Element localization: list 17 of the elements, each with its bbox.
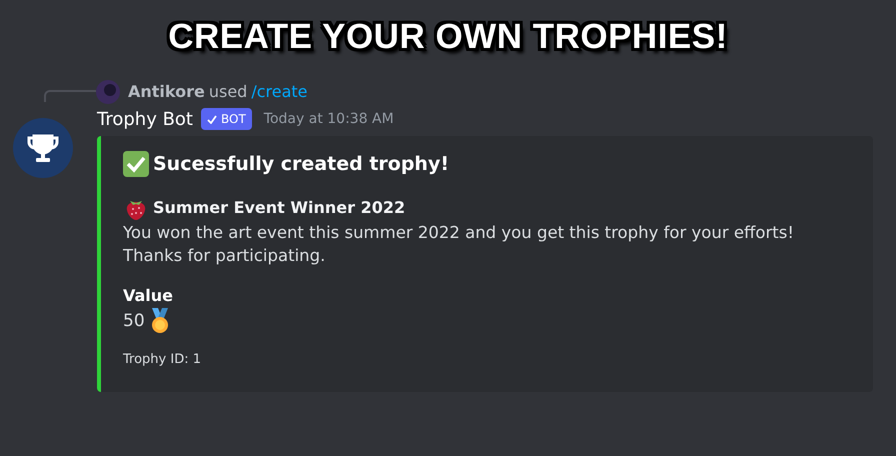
banner-title: CREATE YOUR OWN TROPHIES!: [168, 16, 728, 58]
timestamp: Today at 10:38 AM: [264, 110, 394, 128]
check-icon: [207, 114, 217, 124]
embed-title: Sucessfully created trophy!: [153, 152, 450, 177]
author-name[interactable]: Trophy Bot: [97, 106, 193, 132]
trophy-description: You won the art event this summer 2022 and you get this trophy for your efforts! Thanks for participating.: [123, 222, 795, 268]
bot-avatar[interactable]: [13, 118, 73, 178]
field-value: 50: [123, 310, 145, 333]
user-avatar: [96, 80, 120, 104]
reply-verb: used: [208, 81, 248, 103]
check-mark-icon: [123, 151, 149, 178]
field-name: Value: [123, 285, 174, 308]
reply-username[interactable]: Antikore: [128, 80, 205, 104]
trophy-name: Summer Event Winner 2022: [153, 196, 406, 218]
command-link[interactable]: /create: [251, 80, 308, 104]
embed-footer: Trophy ID: 1: [123, 350, 857, 370]
bot-label: BOT: [221, 111, 246, 128]
